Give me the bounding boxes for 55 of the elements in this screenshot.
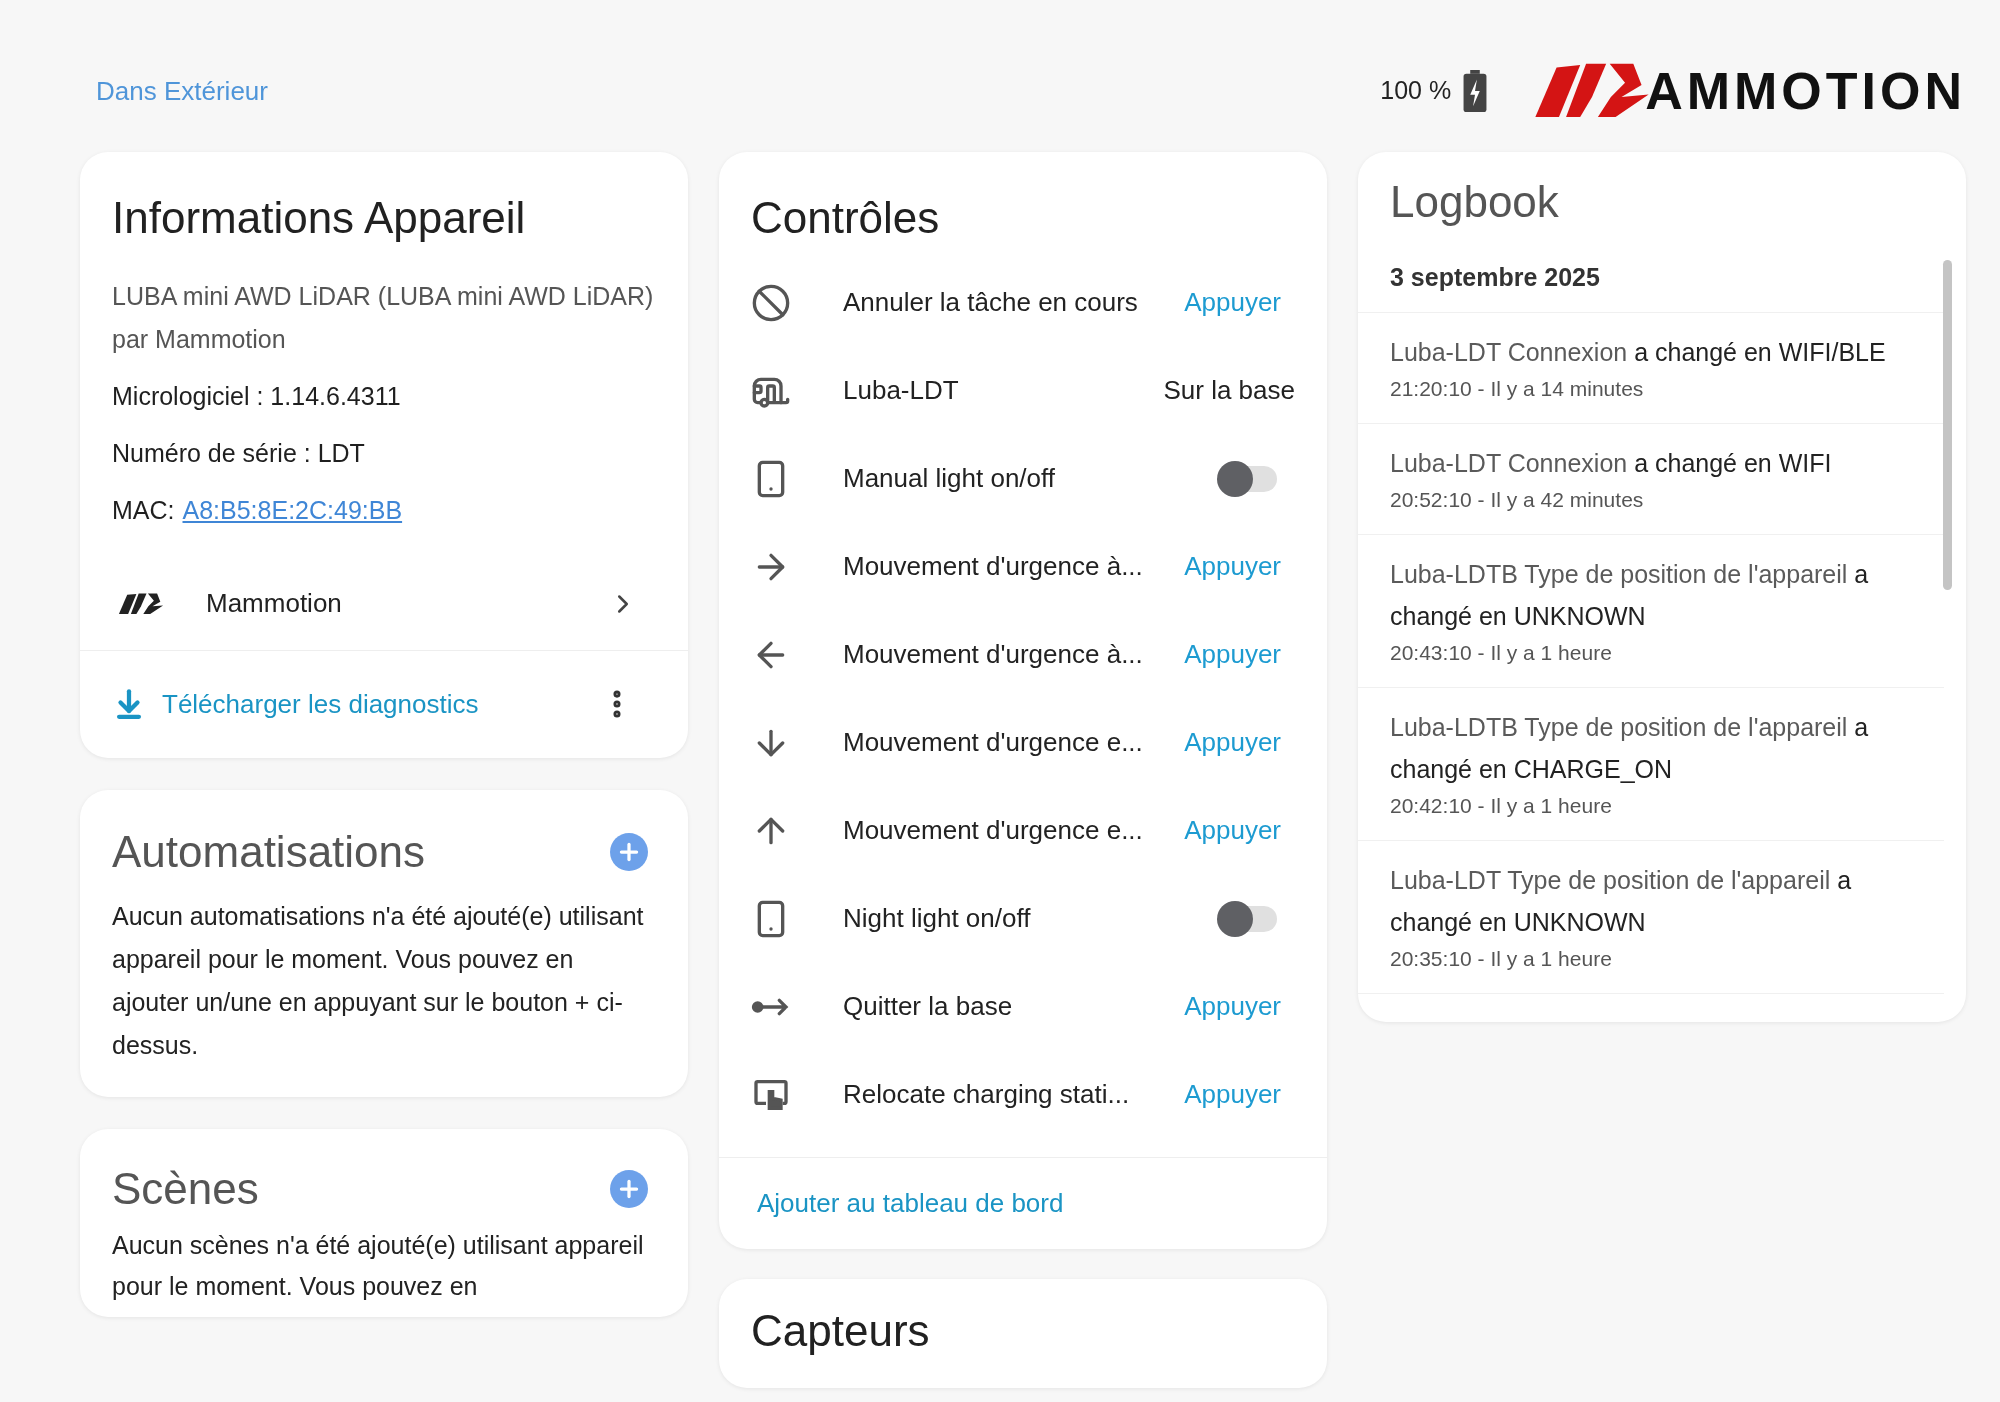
entity-name: Mouvement d'urgence à... [843, 638, 1144, 672]
log-message: Luba-LDT Type de position de l'appareil a changé en UNKNOWN [1390, 864, 1853, 938]
entity-name: Mouvement d'urgence à... [843, 550, 1144, 584]
press-button[interactable]: Appuyer [1176, 981, 1289, 1033]
entity-name: Luba-LDT [843, 374, 960, 408]
card-title: Logbook [1389, 176, 1560, 228]
add-button[interactable] [610, 1170, 648, 1208]
entity-name: Mouvement d'urgence e... [843, 814, 1144, 848]
serial-number: Numéro de série : LDT [112, 437, 366, 469]
entity-name: Night light on/off [843, 902, 1032, 936]
battery-charging-icon [1463, 70, 1488, 112]
press-button[interactable]: Appuyer [1176, 1069, 1289, 1121]
empty-message: Aucun automatisations n'a été ajouté(e) utilisant appareil pour le moment. Vous pouvez en ajouter un/une en appuyant sur le bouton + ci-dessus. [112, 900, 645, 1061]
mac-address-link[interactable]: A8:B5:8E:2C:49:BB [182, 488, 403, 532]
entity-name: Relocate charging stati... [843, 1078, 1131, 1112]
mac-label: MAC: [112, 494, 175, 526]
integration-row[interactable]: Mammotion [80, 557, 688, 650]
device-manufacturer: par Mammotion [112, 323, 287, 355]
firmware-version: Micrologiciel : 1.14.6.4311 [112, 380, 402, 412]
add-to-dashboard-link[interactable]: Ajouter au tableau de bord [757, 1183, 1064, 1223]
card-title: Informations Appareil [112, 192, 527, 244]
card-title: Contrôles [750, 192, 941, 244]
press-button[interactable]: Appuyer [1176, 805, 1289, 857]
press-button[interactable]: Appuyer [1176, 541, 1289, 593]
log-time: 20:43:10 - Il y a 1 heure [1390, 639, 1613, 666]
download-diagnostics-link[interactable]: Télécharger les diagnostics [112, 684, 479, 724]
entity-name: Mouvement d'urgence e... [843, 726, 1144, 760]
scrollbar-thumb[interactable] [1943, 260, 1952, 590]
log-message: Luba-LDT Connexion a changé en WIFI/BLE [1390, 336, 1887, 368]
entity-name: Annuler la tâche en cours [843, 286, 1139, 320]
empty-message: Aucun scènes n'a été ajouté(e) utilisant appareil pour le moment. Vous pouvez en [112, 1230, 645, 1303]
date-heading: 3 septembre 2025 [1358, 242, 1944, 313]
entity-name: Manual light on/off [843, 462, 1056, 496]
device-model: LUBA mini AWD LiDAR (LUBA mini AWD LiDAR) [112, 280, 655, 312]
card-title: Scènes [112, 1162, 259, 1215]
log-message: Luba-LDTB Type de position de l'appareil a changé en UNKNOWN [1390, 558, 1870, 632]
add-button[interactable] [610, 833, 648, 872]
battery-level: 100 % [1380, 75, 1452, 107]
press-button[interactable]: Appuyer [1176, 717, 1289, 769]
row-icon [751, 282, 791, 323]
log-time: 20:42:10 - Il y a 1 heure [1390, 792, 1613, 819]
log-message: Luba-LDTB Type de position de l'appareil a changé en CHARGE_ON [1390, 711, 1870, 785]
card-title: Automatisations [112, 825, 426, 878]
log-message: Luba-LDT Connexion a changé en WIFI [1390, 447, 1833, 479]
log-time: 20:52:10 - Il y a 42 minutes [1390, 486, 1645, 513]
brand-mark-icon [118, 591, 164, 616]
press-button[interactable]: Appuyer [1176, 629, 1289, 681]
entity-state: Sur la base [1163, 374, 1295, 408]
log-time: 20:35:10 - Il y a 1 heure [1390, 945, 1613, 972]
press-button[interactable]: Appuyer [1176, 277, 1289, 329]
area-link[interactable]: Dans Extérieur [96, 71, 268, 111]
log-time: 21:20:10 - Il y a 14 minutes [1390, 375, 1645, 402]
card-title: Capteurs [751, 1304, 931, 1357]
brand-logo-text: AMMOTION [1645, 65, 1966, 117]
entity-name: Quitter la base [843, 990, 1014, 1024]
